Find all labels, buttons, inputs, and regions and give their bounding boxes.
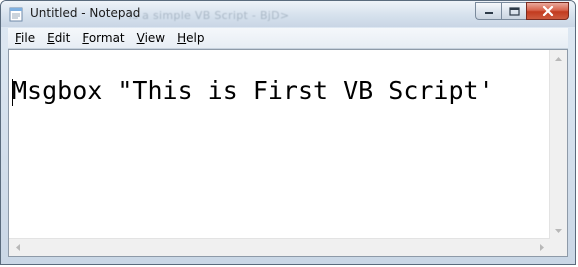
caption-buttons xyxy=(475,2,569,21)
editor-pane: Msgbox "This is First VB Script' xyxy=(8,49,568,257)
editor-text: Msgbox "This is First VB Script' xyxy=(12,76,494,105)
text-caret xyxy=(12,79,13,106)
menu-view-accesskey: V xyxy=(136,31,145,45)
close-button[interactable] xyxy=(526,2,569,20)
menu-file-label: ile xyxy=(21,31,36,45)
minimize-button[interactable] xyxy=(475,2,501,20)
menu-format[interactable]: Format xyxy=(76,31,130,45)
scroll-left-button[interactable] xyxy=(9,239,26,256)
scroll-up-button[interactable] xyxy=(550,50,567,67)
menu-help-label: elp xyxy=(186,31,205,45)
maximize-button[interactable] xyxy=(501,2,526,20)
vertical-scrollbar[interactable] xyxy=(549,50,567,239)
arrow-up-icon xyxy=(555,56,562,61)
text-area[interactable]: Msgbox "This is First VB Script' xyxy=(9,50,550,239)
title-bar[interactable]: is a simple VB Script - BjD> Untitled - … xyxy=(1,1,575,27)
menu-edit[interactable]: Edit xyxy=(41,31,76,45)
menu-help-accesskey: H xyxy=(177,31,187,45)
scroll-right-button[interactable] xyxy=(533,239,550,256)
horizontal-scrollbar[interactable] xyxy=(9,238,550,256)
menu-edit-label: dit xyxy=(54,31,71,45)
menu-view-label: iew xyxy=(144,31,166,45)
arrow-left-icon xyxy=(15,244,20,251)
scrollbar-corner xyxy=(550,239,567,256)
close-icon xyxy=(542,6,553,16)
maximize-icon xyxy=(508,6,520,16)
notepad-icon[interactable] xyxy=(9,6,23,22)
title-bar-reflection: is a simple VB Script - BjD> xyxy=(129,9,290,22)
menu-format-label: ormat xyxy=(88,31,125,45)
window-title: Untitled - Notepad xyxy=(30,6,141,20)
menu-file[interactable]: File xyxy=(8,31,41,45)
arrow-right-icon xyxy=(539,244,544,251)
notepad-window: is a simple VB Script - BjD> Untitled - … xyxy=(0,0,576,265)
menu-edit-accesskey: E xyxy=(47,31,55,45)
scroll-down-button[interactable] xyxy=(550,222,567,239)
menu-view[interactable]: View xyxy=(131,31,171,45)
menu-bar: File Edit Format View Help xyxy=(8,28,568,49)
minimize-icon xyxy=(484,12,493,14)
arrow-down-icon xyxy=(555,228,562,233)
menu-help[interactable]: Help xyxy=(171,31,210,45)
